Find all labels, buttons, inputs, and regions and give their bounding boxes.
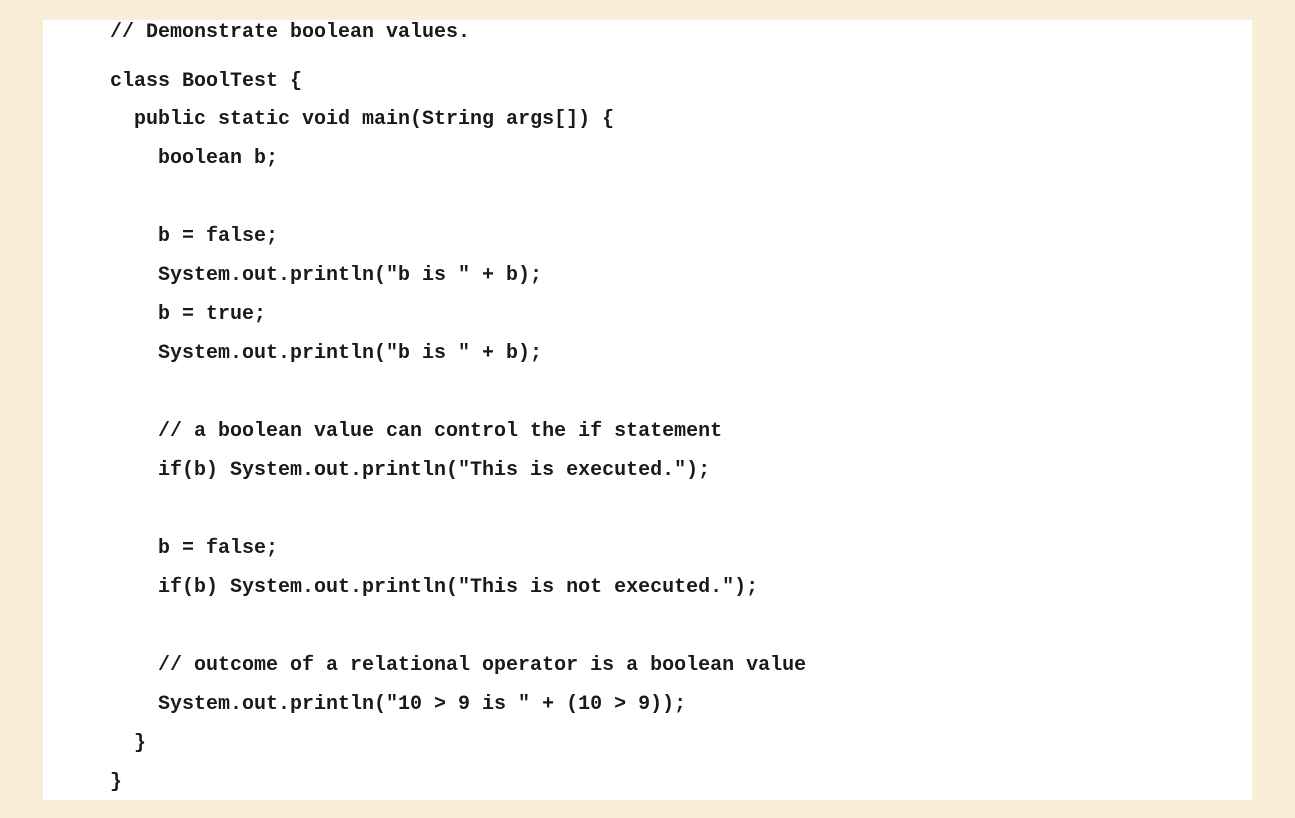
- code-line-20: }: [110, 771, 123, 794]
- code-line-12: if(b) System.out.println("This is execut…: [158, 459, 711, 482]
- code-line-7: System.out.println("b is " + b);: [158, 264, 543, 287]
- code-line-11: // a boolean value can control the if st…: [158, 420, 723, 443]
- code-line-6: b = false;: [158, 225, 279, 248]
- code-line-1: // Demonstrate boolean values.: [110, 21, 471, 44]
- code-line-4: boolean b;: [158, 147, 279, 170]
- code-line-9: System.out.println("b is " + b);: [158, 342, 543, 365]
- code-line-19: }: [134, 732, 147, 755]
- code-line-18: System.out.println("10 > 9 is " + (10 > …: [158, 693, 687, 716]
- code-listing-panel: // Demonstrate boolean values. class Boo…: [43, 20, 1252, 800]
- code-line-17: // outcome of a relational operator is a…: [158, 654, 807, 677]
- code-line-3: public static void main(String args[]) {: [134, 108, 615, 131]
- code-line-2: class BoolTest {: [110, 70, 303, 93]
- code-line-14: b = false;: [158, 537, 279, 560]
- code-line-15: if(b) System.out.println("This is not ex…: [158, 576, 759, 599]
- code-line-8: b = true;: [158, 303, 267, 326]
